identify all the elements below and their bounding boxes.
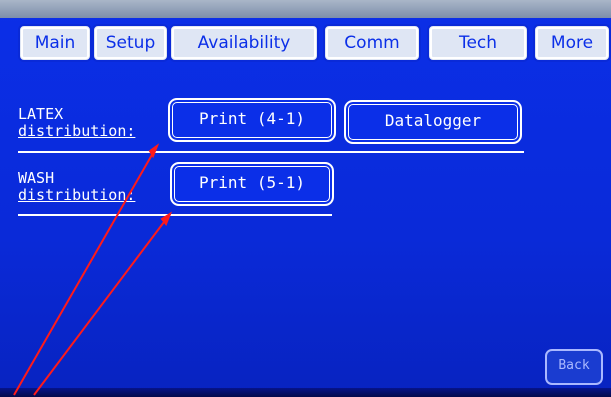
tab-main[interactable]: Main [18,24,92,62]
tab-more[interactable]: More [533,24,611,62]
wash-row-divider [18,214,332,216]
wash-distribution-label: WASH distribution: [18,170,135,204]
bezel-bottom [0,388,611,397]
hmi-screen: Main Setup Availability Comm Tech More L… [0,0,611,397]
annotation-arrow-2 [33,213,171,396]
latex-row-divider [18,151,524,153]
back-button[interactable]: Back [545,349,603,385]
tab-setup[interactable]: Setup [92,24,169,62]
latex-label-line1: LATEX [18,105,64,123]
wash-label-line2: distribution: [18,186,136,204]
tab-tech[interactable]: Tech [427,24,529,62]
latex-distribution-label: LATEX distribution: [18,106,135,140]
latex-print-button[interactable]: Print (4-1) [168,98,336,142]
latex-label-line2: distribution: [18,122,136,140]
latex-datalogger-button[interactable]: Datalogger [344,100,522,144]
wash-print-button[interactable]: Print (5-1) [170,162,334,206]
tab-availability[interactable]: Availability [169,24,319,62]
wash-label-line1: WASH [18,169,55,187]
bezel-top [0,0,611,18]
tab-comm[interactable]: Comm [323,24,421,62]
